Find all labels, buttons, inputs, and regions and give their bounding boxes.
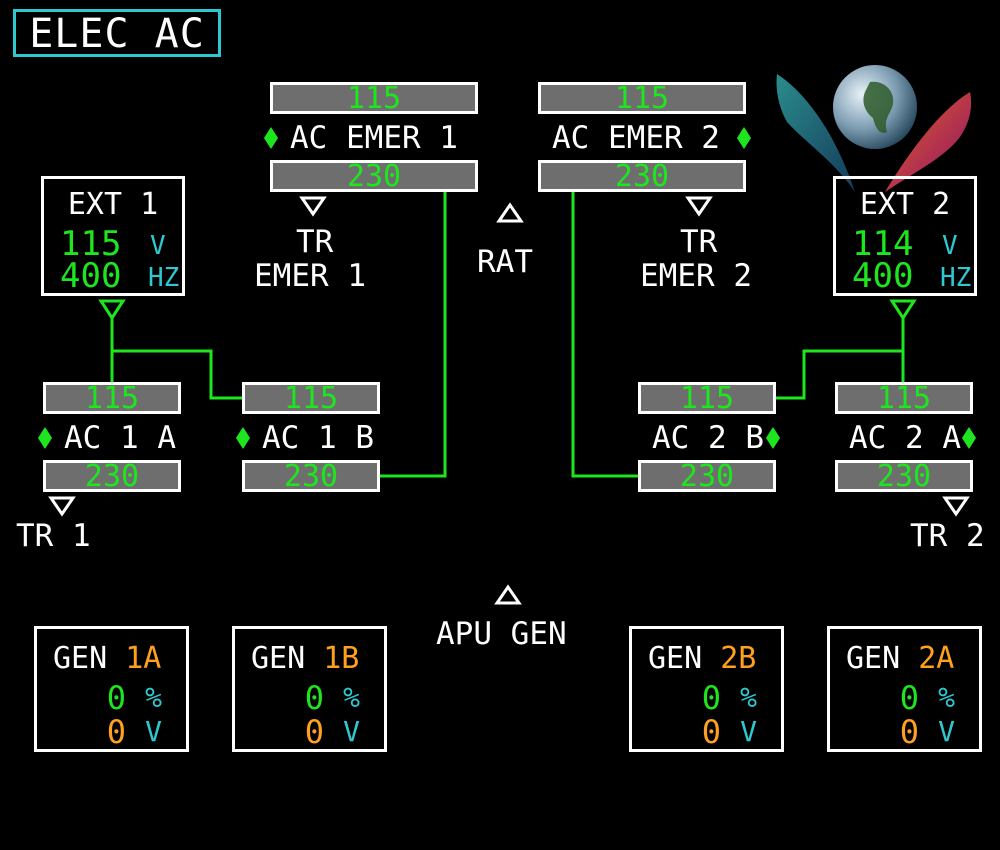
tr-emer-2-triangle	[685, 196, 713, 217]
gen-2a-load-unit: %	[938, 681, 955, 714]
ac-emer-1-lower-value: 230	[270, 160, 478, 192]
ext1-contactor-triangle	[98, 299, 126, 321]
gen-1a-voltage-unit: V	[145, 715, 162, 748]
ext-1-label: EXT 1	[67, 187, 159, 222]
gen-1b-prefix: GEN	[251, 641, 306, 676]
ac-1a-lower-value: 230	[43, 460, 181, 492]
gen-2b-load-unit: %	[740, 681, 757, 714]
gen-2a-box: GEN 2A 0 % 0 V	[827, 626, 982, 752]
page-title: ELEC AC	[13, 9, 221, 57]
ext-1-box: EXT 1 115 V 400 HZ	[41, 176, 185, 296]
ac-emer-2-upper-value: 115	[538, 82, 746, 114]
apu-gen-label: APU GEN	[436, 616, 567, 652]
tr-2-triangle	[942, 496, 970, 517]
ac-1b-label: AC 1 B	[262, 420, 374, 456]
gen-2b-box: GEN 2B 0 % 0 V	[629, 626, 784, 752]
gen-2b-title: GEN 2B	[648, 641, 756, 676]
ac-emer-2-label: AC EMER 2	[552, 120, 720, 156]
gen-2a-load: 0	[899, 679, 919, 717]
tr-emer-2-label-line2: EMER 2	[640, 258, 752, 294]
ac-2b-upper-value: 115	[638, 382, 776, 414]
ac-2b-lower-value: 230	[638, 460, 776, 492]
ext-1-frequency: 400	[60, 256, 122, 296]
gen-2a-prefix: GEN	[846, 641, 901, 676]
gen-2a-voltage-unit: V	[938, 715, 955, 748]
ac-1a-label: AC 1 A	[64, 420, 176, 456]
ext-1-frequency-unit: HZ	[148, 263, 180, 293]
gen-1b-id: 1B	[323, 641, 360, 676]
apu-gen-triangle	[494, 584, 522, 605]
gen-1b-load-unit: %	[343, 681, 360, 714]
ac-emer-1-upper-value: 115	[270, 82, 478, 114]
ac-emer-2-lower-value: 230	[538, 160, 746, 192]
gen-1b-title: GEN 1B	[251, 641, 359, 676]
tr-emer-2-label-line1: TR	[680, 224, 718, 260]
gen-2b-load: 0	[701, 679, 721, 717]
tr-1-label: TR 1	[16, 518, 91, 554]
gen-1a-box: GEN 1A 0 % 0 V	[34, 626, 189, 752]
ext-1-voltage-unit: V	[150, 231, 166, 261]
tr-2-label: TR 2	[910, 518, 985, 554]
gen-1a-prefix: GEN	[53, 641, 108, 676]
gen-1a-id: 1A	[125, 641, 162, 676]
gen-1a-load-unit: %	[145, 681, 162, 714]
emer1-to-ac1b-line	[378, 192, 447, 478]
gen-2b-prefix: GEN	[648, 641, 703, 676]
emer2-to-ac2b-line	[571, 192, 640, 478]
gen-1b-voltage: 0	[304, 713, 324, 751]
ext-2-frequency: 400	[852, 256, 914, 296]
ac-1a-upper-value: 115	[43, 382, 181, 414]
gen-1a-title: GEN 1A	[53, 641, 161, 676]
rat-triangle	[496, 202, 524, 223]
rat-label: RAT	[477, 244, 533, 280]
tr-1-triangle	[48, 496, 76, 517]
gen-2a-title: GEN 2A	[846, 641, 954, 676]
ac-1b-lower-value: 230	[242, 460, 380, 492]
ext-2-frequency-unit: HZ	[940, 263, 972, 293]
gen-1a-voltage: 0	[106, 713, 126, 751]
gen-1b-load: 0	[304, 679, 324, 717]
gen-2a-voltage: 0	[899, 713, 919, 751]
tr-emer-1-label-line2: EMER 1	[254, 258, 366, 294]
gen-1a-load: 0	[106, 679, 126, 717]
ext-2-box: EXT 2 114 V 400 HZ	[833, 176, 977, 296]
ext-2-label: EXT 2	[859, 187, 951, 222]
tr-emer-1-label-line1: TR	[296, 224, 334, 260]
ac-2a-lower-value: 230	[835, 460, 973, 492]
gen-1b-voltage-unit: V	[343, 715, 360, 748]
ext2-contactor-triangle	[889, 299, 917, 321]
ac-emer-1-label: AC EMER 1	[290, 120, 458, 156]
ac-2a-upper-value: 115	[835, 382, 973, 414]
ext-2-voltage-unit: V	[942, 231, 958, 261]
gen-2b-id: 2B	[720, 641, 757, 676]
ac-2a-label: AC 2 A	[849, 420, 961, 456]
gen-1b-box: GEN 1B 0 % 0 V	[232, 626, 387, 752]
ac-1b-upper-value: 115	[242, 382, 380, 414]
tr-emer-1-triangle	[299, 196, 327, 217]
gen-2b-voltage: 0	[701, 713, 721, 751]
gen-2a-id: 2A	[918, 641, 955, 676]
gen-2b-voltage-unit: V	[740, 715, 757, 748]
ac-2b-label: AC 2 B	[652, 420, 764, 456]
